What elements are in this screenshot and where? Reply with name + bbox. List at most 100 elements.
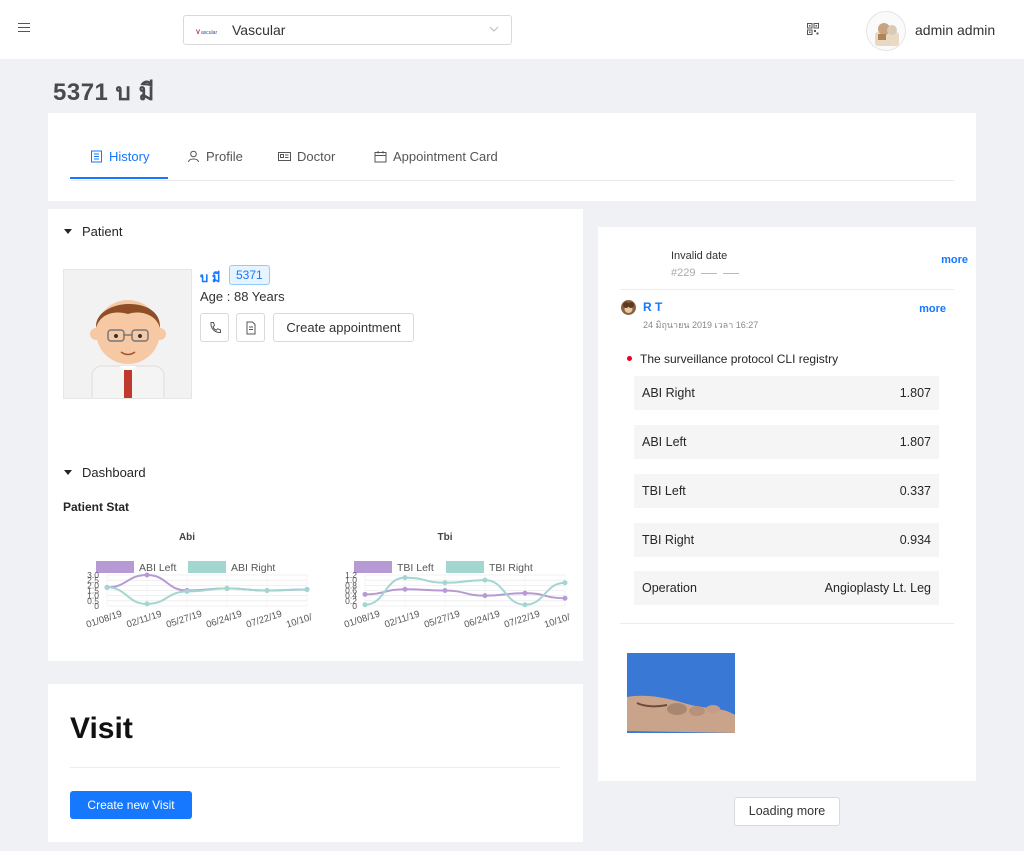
data-point [442,588,448,593]
chart-title: Tbi [438,532,453,543]
result-value: 1.807 [899,435,931,449]
call-button[interactable] [200,313,229,342]
abi-chart: AbiABI Left ABI Right3.02.52.01.51.00.500… [85,532,312,631]
divider [70,767,560,768]
data-point [522,590,528,596]
doctor-avatar-icon [90,300,166,398]
tab-doctor-label: Doctor [297,149,336,164]
wound-photo[interactable] [627,653,735,733]
entry1-more-link[interactable]: more [941,254,968,266]
legend-label: ABI Left [139,562,176,574]
data-point [402,575,408,581]
data-point [442,580,448,586]
entry2-more-link[interactable]: more [919,303,946,315]
user-name[interactable]: admin admin [915,22,995,38]
x-tick-label: 10/10/19 [543,609,570,631]
dashboard-section-label: Dashboard [82,465,146,480]
tab-history[interactable]: History [90,149,149,164]
x-tick-label: 07/22/19 [245,609,284,631]
x-tick-label: 07/22/19 [503,609,542,631]
data-point [522,602,528,608]
x-tick-label: 05/27/19 [165,609,204,631]
data-point [482,577,488,583]
x-tick-label: 06/24/19 [463,609,502,631]
entry-author[interactable]: R T [643,300,662,314]
x-tick-label: 02/11/19 [125,609,163,631]
user-icon [188,150,199,163]
result-value: 0.934 [899,533,931,547]
result-row: ABI Left 1.807 [634,425,939,459]
author-avatar-icon [623,302,634,313]
loading-more-button[interactable]: Loading more [734,797,840,826]
data-point [304,586,310,592]
dashboard-section-header[interactable]: Dashboard [64,465,146,480]
menu-fold-icon[interactable] [18,23,30,35]
result-row: TBI Left 0.337 [634,474,939,508]
result-row: TBI Right 0.934 [634,523,939,557]
hospital-select-value: Vascular [232,22,286,38]
data-point [144,601,150,607]
legend-label: TBI Right [489,562,533,574]
entry-number-text: #229 [671,267,696,279]
legend-swatch [96,561,134,573]
phone-icon [210,322,221,334]
result-label: TBI Right [642,533,695,547]
author-avatar [621,300,636,315]
document-button[interactable] [236,313,265,342]
tab-active-indicator [70,177,168,179]
tab-profile[interactable]: Profile [187,149,243,164]
tab-appointment-card[interactable]: Appointment Card [374,149,498,164]
history-icon [91,150,102,163]
tabs-card: History Profile Doctor Appointment Card [48,113,976,201]
tab-profile-label: Profile [206,149,243,164]
hospital-select[interactable]: V ascular Vascular [183,15,512,45]
patient-section-header[interactable]: Patient [64,224,122,239]
patient-card: Patient บ มี 5371 Age : 88 Years Create … [48,209,583,661]
data-point [562,580,568,586]
patient-section-label: Patient [82,224,123,239]
file-text-icon [246,321,256,335]
x-tick-label: 05/27/19 [423,609,462,631]
chevron-down-icon [489,26,499,32]
y-tick-label: 0 [94,601,99,611]
divider [620,623,954,624]
user-avatar-icon [875,23,899,46]
entry-number: #229 [671,267,740,279]
qr-code-icon[interactable] [807,23,819,35]
data-point [144,572,150,578]
legend-swatch [354,561,392,573]
x-tick-label: 02/11/19 [383,609,421,631]
create-appointment-button[interactable]: Create appointment [273,313,414,342]
tab-doctor[interactable]: Doctor [278,149,335,164]
result-value: Angioplasty Lt. Leg [824,581,931,595]
result-label: Operation [642,581,697,595]
caret-down-icon [64,229,72,234]
data-point [184,589,190,595]
user-avatar[interactable] [866,11,906,51]
id-card-icon [278,152,291,161]
vascular-logo-icon: V ascular [196,28,220,35]
svg-text:ascular: ascular [201,30,217,35]
data-point [362,602,368,608]
series-line [106,573,308,592]
legend-swatch [188,561,226,573]
data-point [362,591,368,597]
y-tick-label: 0 [352,601,357,611]
wound-photo-image [627,653,735,733]
divider [620,289,954,290]
create-new-visit-button[interactable]: Create new Visit [70,791,192,819]
legend-label: TBI Left [397,562,434,574]
legend-label: ABI Right [231,562,275,574]
result-label: TBI Left [642,484,686,498]
data-point [562,595,568,601]
patient-stat-title: Patient Stat [63,500,130,514]
x-tick-label: 01/08/19 [343,609,382,631]
protocol-title: The surveillance protocol CLI registry [640,352,839,366]
x-tick-label: 10/10/19 [285,609,312,631]
result-value: 0.337 [899,484,931,498]
x-tick-label: 01/08/19 [85,609,124,631]
patient-id-tag: 5371 [229,265,270,285]
top-bar: V ascular Vascular admin admin [0,0,1024,59]
visit-title: Visit [70,712,133,745]
patient-photo [63,269,192,399]
